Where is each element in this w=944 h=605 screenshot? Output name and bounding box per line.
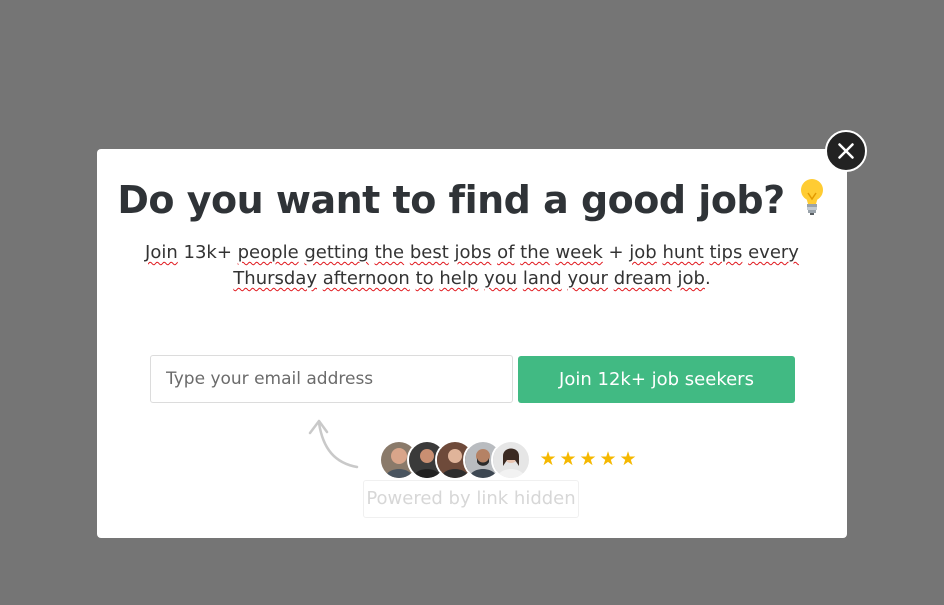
email-input[interactable] [150,355,513,403]
subtext-word: job [629,242,657,263]
close-icon [838,143,854,159]
star-icon: ★ [539,448,557,470]
subtext-plus: + [602,242,630,263]
subtext-line-1: Join 13k+ people getting the best jobs o… [137,240,807,266]
lightbulb-icon [797,177,827,226]
signup-popup: Do you want to find a good job? Join 13k… [97,149,847,538]
subtext-line-2: Thursday afternoon to help you land your… [137,266,807,292]
subtext-word: tips [709,242,743,263]
subtext-word: of [497,242,515,263]
headline-text: Do you want to find a good job? [117,178,785,222]
popup-headline: Do you want to find a good job? [97,177,847,226]
star-icon: ★ [579,448,597,470]
subtext-word: people [237,242,299,263]
star-icon: ★ [599,448,617,470]
subtext-word: your [567,268,608,289]
close-button[interactable] [825,130,867,172]
subtext-word: Join [145,242,178,263]
subtext-word: best [409,242,449,263]
subtext-word: land [522,268,562,289]
join-button[interactable]: Join 12k+ job seekers [518,356,795,403]
subtext-word: every [748,242,799,263]
subtext-word: hunt [662,242,704,263]
curved-arrow-icon [305,417,365,477]
subtext-word: Thursday [233,268,317,289]
subtext-word: afternoon [322,268,410,289]
avatar-group [379,440,531,482]
subtext-word: to [415,268,434,289]
subtext-word: the [374,242,405,263]
star-icon: ★ [559,448,577,470]
subtext-word: you [484,268,518,289]
subtext-word: getting [304,242,369,263]
powered-by-link[interactable]: Powered by link hidden [363,480,579,518]
rating-stars: ★ ★ ★ ★ ★ [538,449,638,469]
avatar [491,440,531,480]
subtext-word: job [677,268,705,289]
subtext-word: jobs [454,242,492,263]
star-icon: ★ [619,448,637,470]
subtext-period: . [704,268,711,289]
popup-subtext: Join 13k+ people getting the best jobs o… [137,240,807,292]
subtext-word: 13k+ [177,242,238,263]
subtext-word: the [520,242,550,263]
subtext-word: week [555,242,603,263]
subtext-word: dream [613,268,672,289]
subtext-word: help [439,268,479,289]
